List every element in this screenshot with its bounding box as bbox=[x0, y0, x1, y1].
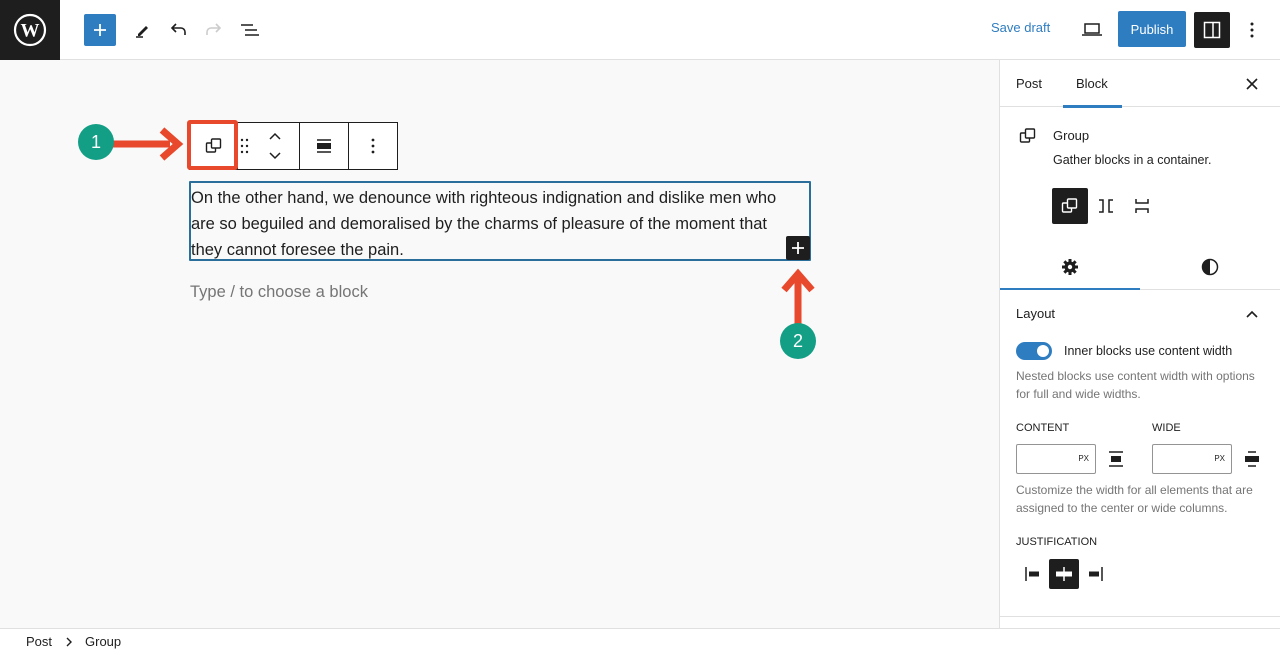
layout-panel-title[interactable]: Layout bbox=[1016, 306, 1055, 321]
justify-center-icon bbox=[1056, 567, 1072, 581]
publish-button[interactable]: Publish bbox=[1118, 11, 1186, 47]
wide-width-label: WIDE bbox=[1152, 422, 1181, 434]
list-view-button[interactable] bbox=[236, 16, 264, 44]
redo-button[interactable] bbox=[200, 16, 228, 44]
plus-icon bbox=[792, 242, 804, 254]
breadcrumb: Post Group bbox=[0, 628, 1280, 653]
laptop-icon bbox=[1082, 23, 1102, 36]
move-controls bbox=[238, 123, 300, 169]
options-button[interactable] bbox=[1240, 16, 1264, 44]
tab-block[interactable]: Block bbox=[1063, 60, 1122, 108]
group-icon bbox=[1019, 128, 1036, 143]
stack-icon bbox=[1135, 199, 1149, 213]
redo-icon bbox=[206, 23, 222, 35]
sidebar-tabs: Post Block bbox=[1000, 60, 1280, 108]
contrast-icon bbox=[1201, 258, 1219, 275]
content-width-toggle-label: Inner blocks use content width bbox=[1064, 344, 1233, 358]
close-icon bbox=[1246, 78, 1258, 90]
block-name: Group bbox=[1053, 128, 1090, 143]
content-width-input[interactable] bbox=[1017, 445, 1073, 473]
settings-button[interactable] bbox=[1194, 12, 1230, 48]
undo-button[interactable] bbox=[164, 16, 192, 44]
block-placeholder[interactable]: Type / to choose a block bbox=[190, 283, 368, 302]
wide-width-field[interactable]: PX bbox=[1152, 444, 1232, 474]
layout-collapse-button[interactable] bbox=[1242, 304, 1262, 324]
gear-icon bbox=[1062, 258, 1078, 275]
annotation-marker-1: 1 bbox=[78, 124, 114, 160]
justification-label: JUSTIFICATION bbox=[1016, 536, 1098, 548]
justify-left-icon bbox=[1025, 567, 1039, 581]
group-icon bbox=[205, 138, 221, 153]
variation-group-button[interactable] bbox=[1052, 188, 1088, 224]
content-width-toggle[interactable] bbox=[1016, 342, 1052, 360]
annotation-arrow-1 bbox=[112, 127, 184, 161]
block-inserter-button[interactable] bbox=[84, 14, 116, 46]
undo-icon bbox=[170, 23, 186, 35]
annotation-arrow-2 bbox=[781, 268, 815, 328]
tab-settings[interactable] bbox=[1000, 244, 1140, 290]
sidebar-panel-icon bbox=[1203, 21, 1221, 39]
row-icon bbox=[1099, 199, 1113, 213]
save-draft-button[interactable]: Save draft bbox=[991, 20, 1050, 35]
justify-left-button[interactable] bbox=[1019, 559, 1049, 589]
breadcrumb-group[interactable]: Group bbox=[85, 634, 121, 649]
group-block[interactable]: On the other hand, we denounce with righ… bbox=[189, 181, 811, 261]
block-description: Gather blocks in a container. bbox=[1053, 153, 1212, 167]
tools-button[interactable] bbox=[128, 16, 156, 44]
svg-text:W: W bbox=[21, 21, 40, 42]
variation-stack-button[interactable] bbox=[1124, 188, 1160, 224]
content-width-field[interactable]: PX bbox=[1016, 444, 1096, 474]
variation-row-button[interactable] bbox=[1088, 188, 1124, 224]
content-width-label: CONTENT bbox=[1016, 422, 1070, 434]
justify-center-button[interactable] bbox=[1049, 559, 1079, 589]
block-toolbar bbox=[189, 122, 398, 170]
more-options-button[interactable] bbox=[349, 123, 397, 169]
block-appender-button[interactable] bbox=[786, 236, 810, 260]
tab-post[interactable]: Post bbox=[1016, 60, 1042, 107]
pencil-icon bbox=[136, 26, 148, 38]
justify-right-icon bbox=[1089, 567, 1103, 581]
content-width-help: Nested blocks use content width with opt… bbox=[1016, 369, 1255, 401]
width-help: Customize the width for all elements tha… bbox=[1016, 483, 1253, 515]
block-type-button[interactable] bbox=[190, 123, 238, 169]
chevron-right-icon bbox=[66, 637, 72, 647]
annotation-marker-2: 2 bbox=[780, 323, 816, 359]
plus-icon bbox=[94, 24, 106, 36]
move-up-down-icon[interactable] bbox=[268, 132, 282, 160]
align-button[interactable] bbox=[300, 123, 349, 169]
panel-divider bbox=[1000, 616, 1280, 617]
drag-handle-icon[interactable] bbox=[240, 138, 250, 154]
breadcrumb-post[interactable]: Post bbox=[26, 634, 52, 649]
list-view-icon bbox=[241, 24, 259, 36]
inspector-tabs bbox=[1000, 244, 1280, 290]
wordpress-icon: W bbox=[13, 13, 47, 47]
settings-sidebar: Post Block Group Gather blocks in a cont… bbox=[999, 60, 1280, 628]
close-sidebar-button[interactable] bbox=[1240, 72, 1264, 96]
preview-button[interactable] bbox=[1078, 16, 1106, 44]
wordpress-logo[interactable]: W bbox=[0, 0, 60, 60]
more-options-icon bbox=[371, 138, 375, 154]
wide-width-unit[interactable]: PX bbox=[1214, 454, 1225, 463]
justify-right-button[interactable] bbox=[1079, 559, 1109, 589]
vertical-ellipsis-icon bbox=[1250, 22, 1254, 38]
wide-width-input[interactable] bbox=[1153, 445, 1209, 473]
content-width-unit[interactable]: PX bbox=[1078, 454, 1089, 463]
group-icon bbox=[1061, 198, 1078, 213]
content-width-icon bbox=[1109, 451, 1123, 467]
wide-width-icon bbox=[1245, 451, 1259, 467]
editor-header: W Save draft Publish bbox=[0, 0, 1280, 60]
paragraph-text[interactable]: On the other hand, we denounce with righ… bbox=[191, 185, 801, 263]
tab-styles[interactable] bbox=[1140, 244, 1280, 289]
align-icon bbox=[317, 139, 331, 153]
chevron-up-icon bbox=[1246, 310, 1258, 318]
